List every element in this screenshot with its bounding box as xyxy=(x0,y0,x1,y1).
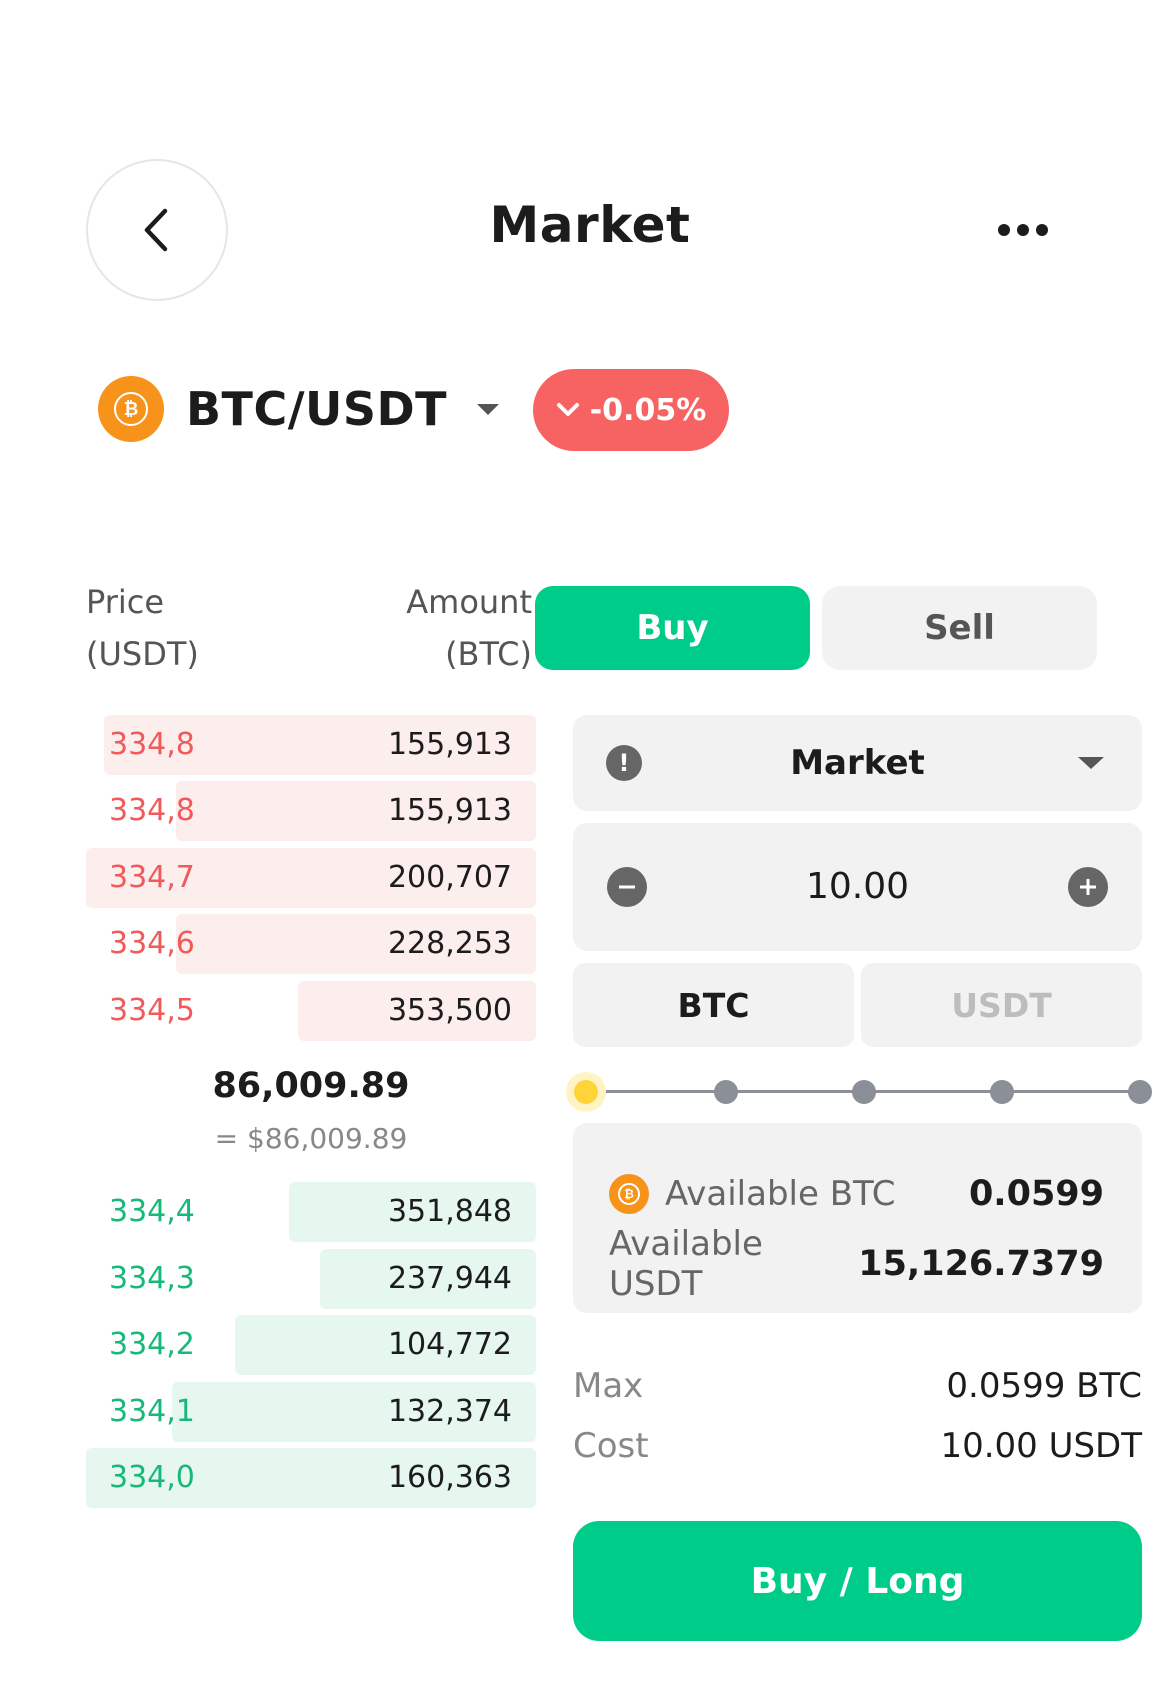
slider-step[interactable] xyxy=(1128,1080,1152,1104)
last-price: 86,009.89 xyxy=(212,1066,410,1106)
increment-button[interactable] xyxy=(1068,867,1108,907)
bid-row[interactable]: 334,1 132,374 xyxy=(86,1382,536,1442)
ask-row[interactable]: 334,6 228,253 xyxy=(86,914,536,974)
chevron-down-icon xyxy=(556,403,579,416)
cost-label: Cost xyxy=(573,1426,649,1466)
amount-input[interactable]: 10.00 xyxy=(573,823,1142,951)
order-type-dropdown[interactable]: ! Market xyxy=(573,715,1142,811)
ask-amount: 155,913 xyxy=(387,727,512,762)
header-label: Price xyxy=(86,583,165,621)
slider-step[interactable] xyxy=(714,1080,738,1104)
order-type-label: Market xyxy=(790,743,925,783)
ask-price: 334,7 xyxy=(109,860,195,895)
buy-long-button[interactable]: Buy / Long xyxy=(573,1521,1142,1641)
available-usdt-label: Available USDT xyxy=(609,1224,763,1304)
ask-row[interactable]: 334,5 353,500 xyxy=(86,981,536,1041)
ask-amount: 155,913 xyxy=(387,793,512,828)
ask-row[interactable]: 334,7 200,707 xyxy=(86,848,536,908)
info-icon[interactable]: ! xyxy=(606,745,642,781)
max-value: 0.0599 BTC xyxy=(946,1366,1142,1406)
orderbook-price-header: Price (USDT) xyxy=(86,576,199,680)
price-change-badge: -0.05% xyxy=(533,369,729,451)
page-title: Market xyxy=(489,196,691,254)
bid-amount: 104,772 xyxy=(387,1327,512,1362)
unit-usdt-button[interactable]: USDT xyxy=(861,963,1142,1047)
ask-row[interactable]: 334,8 155,913 xyxy=(86,715,536,775)
slider-step[interactable] xyxy=(852,1080,876,1104)
unit-btc-button[interactable]: BTC xyxy=(573,963,854,1047)
ask-amount: 228,253 xyxy=(387,926,512,961)
balances-panel: ₿ Available BTC 0.0599 Available USDT 15… xyxy=(573,1123,1142,1313)
ask-price: 334,8 xyxy=(109,727,195,762)
plus-icon xyxy=(1080,879,1096,895)
bid-row[interactable]: 334,4 351,848 xyxy=(86,1182,536,1242)
ask-amount: 200,707 xyxy=(387,860,512,895)
ask-price: 334,6 xyxy=(109,926,195,961)
orderbook-amount-header: Amount (BTC) xyxy=(360,576,532,680)
ask-row[interactable]: 334,8 155,913 xyxy=(86,781,536,841)
bid-price: 334,1 xyxy=(109,1394,195,1429)
tab-buy[interactable]: Buy xyxy=(535,586,810,670)
bid-amount: 132,374 xyxy=(387,1394,512,1429)
amount-stepper[interactable]: 10.00 xyxy=(573,823,1142,951)
pair-name: BTC/USDT xyxy=(186,382,448,436)
bid-price: 334,0 xyxy=(109,1460,195,1495)
available-usdt-row: Available USDT 15,126.7379 xyxy=(609,1224,1104,1304)
bid-price: 334,3 xyxy=(109,1261,195,1296)
amount-slider[interactable] xyxy=(565,1070,1152,1114)
header-label: Amount xyxy=(406,583,532,621)
available-btc-label: ₿ Available BTC xyxy=(609,1174,969,1214)
ask-price: 334,8 xyxy=(109,793,195,828)
slider-handle[interactable] xyxy=(574,1080,598,1104)
back-button[interactable] xyxy=(86,159,228,301)
bid-price: 334,4 xyxy=(109,1194,195,1229)
pair-selector[interactable]: ₿ BTC/USDT xyxy=(98,376,500,442)
bid-amount: 351,848 xyxy=(387,1194,512,1229)
available-btc-row: ₿ Available BTC 0.0599 xyxy=(609,1169,1104,1219)
caret-down-icon xyxy=(477,403,500,415)
last-price-usd: = $86,009.89 xyxy=(214,1122,408,1155)
more-options-button[interactable] xyxy=(988,210,1058,250)
ask-price: 334,5 xyxy=(109,993,195,1028)
bid-amount: 160,363 xyxy=(387,1460,512,1495)
bid-row[interactable]: 334,2 104,772 xyxy=(86,1315,536,1375)
max-label: Max xyxy=(573,1366,644,1406)
bid-row[interactable]: 334,3 237,944 xyxy=(86,1249,536,1309)
caret-down-icon xyxy=(1078,757,1104,769)
available-btc-value: 0.0599 xyxy=(968,1174,1104,1214)
bitcoin-icon: ₿ xyxy=(609,1174,649,1214)
available-usdt-value: 15,126.7379 xyxy=(858,1244,1104,1284)
tab-sell[interactable]: Sell xyxy=(822,586,1097,670)
max-row: Max 0.0599 BTC xyxy=(573,1361,1142,1411)
cost-value: 10.00 USDT xyxy=(940,1426,1142,1466)
label-text: Available BTC xyxy=(665,1174,896,1214)
more-dots-icon xyxy=(998,224,1048,236)
chevron-left-icon xyxy=(144,208,168,252)
bid-amount: 237,944 xyxy=(387,1261,512,1296)
price-change-value: -0.05% xyxy=(589,392,707,428)
bid-price: 334,2 xyxy=(109,1327,195,1362)
header-unit: (BTC) xyxy=(445,635,532,673)
bid-row[interactable]: 334,0 160,363 xyxy=(86,1448,536,1508)
ask-amount: 353,500 xyxy=(387,993,512,1028)
header-unit: (USDT) xyxy=(86,635,199,673)
cost-row: Cost 10.00 USDT xyxy=(573,1421,1142,1471)
bitcoin-icon: ₿ xyxy=(98,376,164,442)
slider-step[interactable] xyxy=(990,1080,1014,1104)
